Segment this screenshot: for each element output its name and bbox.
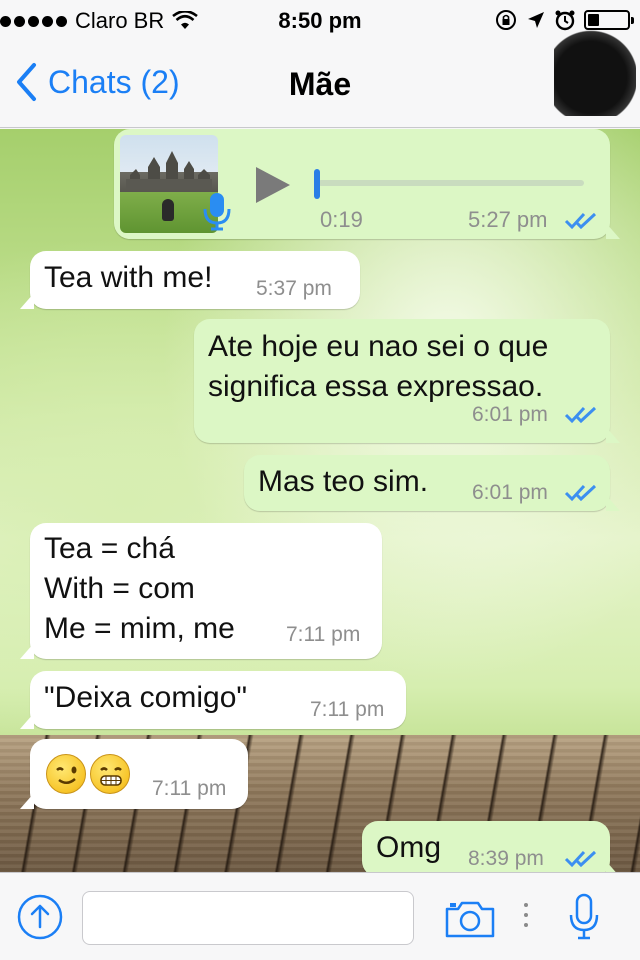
message-time: 5:27 pm xyxy=(468,207,548,232)
double-check-icon xyxy=(564,850,597,868)
alarm-icon xyxy=(555,10,575,31)
person-figure xyxy=(162,199,174,221)
winking-face-icon xyxy=(46,754,86,794)
message-time: 7:11 pm xyxy=(286,623,361,646)
message-text: "Deixa comigo" xyxy=(44,681,248,714)
rotation-lock-icon xyxy=(496,10,516,30)
contact-avatar[interactable] xyxy=(554,30,636,116)
double-check-icon xyxy=(564,406,597,424)
share-upload-icon[interactable] xyxy=(16,893,64,941)
audio-scrubber-handle[interactable] xyxy=(314,169,320,199)
message-text: Mas teo sim. xyxy=(258,465,429,498)
message-text: Omg xyxy=(376,831,442,864)
message-time: 7:11 pm xyxy=(310,698,385,721)
message-time: 8:39 pm xyxy=(468,847,544,870)
outgoing-message-bubble[interactable]: Ate hoje eu nao sei o que significa essa… xyxy=(194,319,620,443)
battery-icon xyxy=(584,10,634,30)
chat-title: Mãe xyxy=(288,66,352,102)
audio-progress-track[interactable] xyxy=(318,180,584,186)
incoming-message-bubble[interactable]: "Deixa comigo" 7:11 pm xyxy=(20,671,406,729)
status-bar: Claro BR 8:50 pm xyxy=(0,0,640,40)
message-text-field[interactable] xyxy=(82,891,414,945)
message-time: 5:37 pm xyxy=(256,277,332,300)
message-text: Tea with me! xyxy=(44,261,213,294)
message-time: 6:01 pm xyxy=(472,403,548,426)
location-arrow-icon xyxy=(528,12,544,28)
incoming-message-bubble[interactable]: Tea with me! 5:37 pm xyxy=(20,251,360,309)
message-input-bar xyxy=(0,872,640,960)
message-text: Tea = chá With = com Me = mim, me xyxy=(44,532,235,645)
voice-message-bubble[interactable]: 0:19 5:27 pm xyxy=(114,129,620,239)
camera-icon[interactable] xyxy=(444,899,496,939)
chat-area[interactable]: 0:19 5:27 pm Tea with me! 5:37 pm Ate ho… xyxy=(0,129,640,872)
outgoing-message-bubble[interactable]: Omg 8:39 pm xyxy=(362,821,620,872)
grimacing-face-icon xyxy=(90,754,130,794)
nav-bar: Chats (2) Mãe xyxy=(0,30,640,128)
temple-icon xyxy=(126,151,212,189)
outgoing-message-bubble[interactable]: Mas teo sim. 6:01 pm xyxy=(244,455,620,511)
message-time: 7:11 pm xyxy=(152,777,227,800)
play-icon[interactable] xyxy=(254,165,292,205)
message-text: Ate hoje eu nao sei o que significa essa… xyxy=(208,330,549,403)
battery-level xyxy=(588,14,599,26)
double-check-icon xyxy=(564,484,597,502)
voice-duration: 0:19 xyxy=(320,207,363,232)
microphone-record-icon[interactable] xyxy=(568,893,600,941)
more-options-dots-icon[interactable] xyxy=(524,903,530,933)
microphone-icon xyxy=(203,193,231,231)
incoming-message-bubble[interactable]: Tea = chá With = com Me = mim, me 7:11 p… xyxy=(20,523,382,659)
message-time: 6:01 pm xyxy=(472,481,548,504)
status-right xyxy=(494,8,634,32)
double-check-icon xyxy=(564,212,597,230)
incoming-emoji-bubble[interactable]: 7:11 pm xyxy=(20,739,248,809)
